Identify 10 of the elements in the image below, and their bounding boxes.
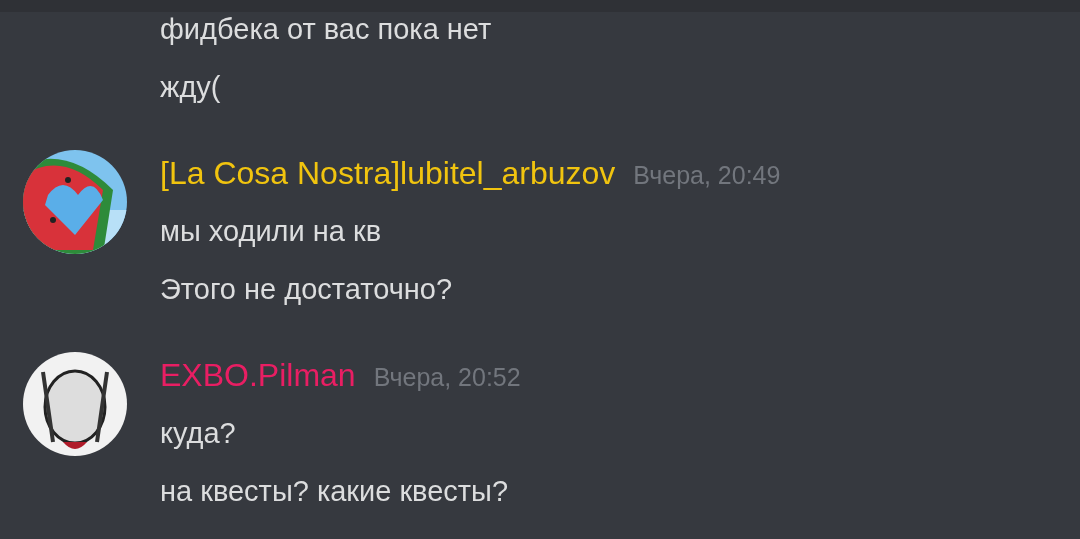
avatar-icon [23,352,127,456]
message-text: фидбека от вас пока нет [160,12,492,47]
message-text: Этого не достаточно? [160,272,453,307]
username[interactable]: [La Cosa Nostra]lubitel_arbuzov [160,144,616,202]
timestamp: Вчера, 20:52 [373,362,521,393]
message-text: жду( [160,70,221,105]
timestamp: Вчера, 20:49 [633,160,781,191]
message-text: на квесты? какие квесты? [160,474,509,509]
message-text: куда? [160,416,236,451]
message-text: мы ходили на кв [160,214,382,249]
